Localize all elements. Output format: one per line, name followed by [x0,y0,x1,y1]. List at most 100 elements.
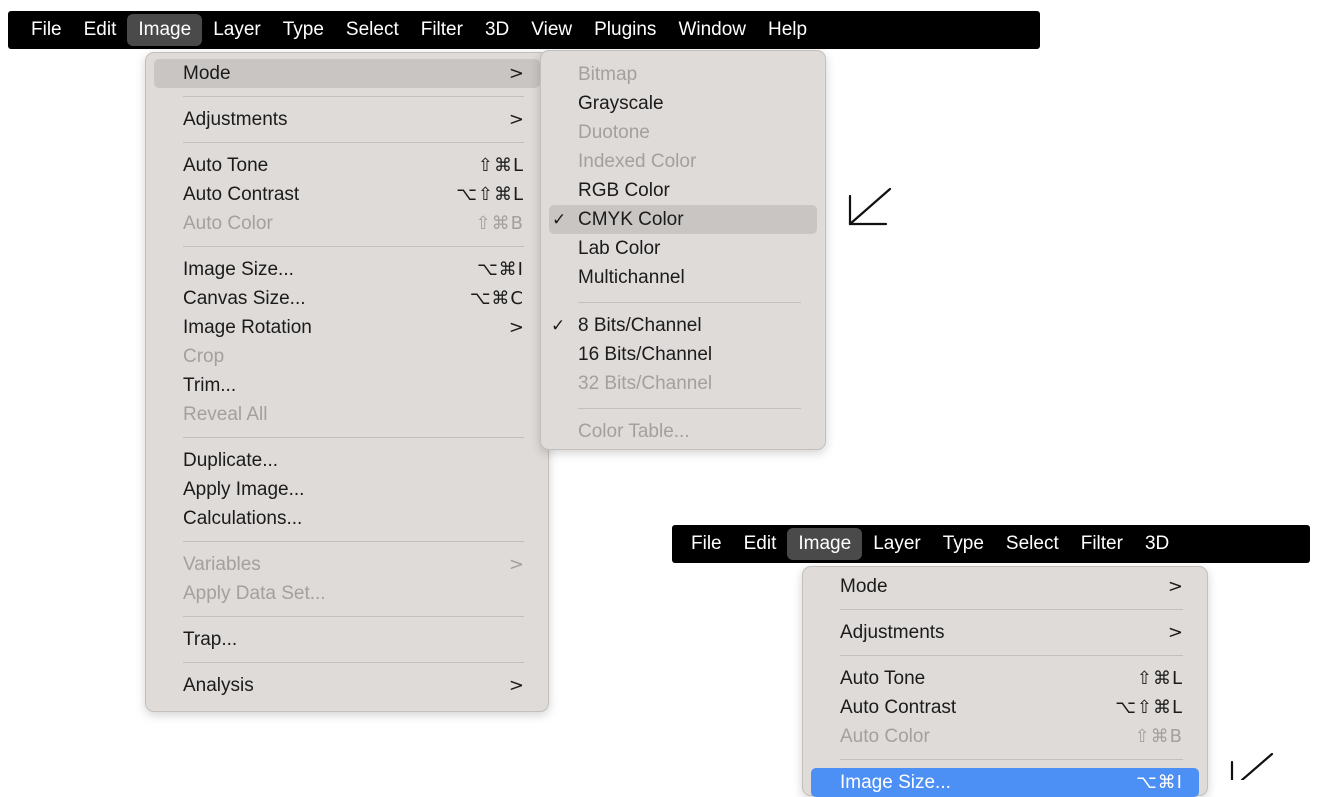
menu-item-auto-color: Auto Color ⇧⌘B [146,209,548,238]
arrow-down-left-icon [848,187,892,226]
menu-item-shortcut: ⌥⌘I [1135,772,1183,793]
menu-item-duplicate[interactable]: Duplicate... [146,446,548,475]
menubar-item-layer[interactable]: Layer [202,14,272,46]
chevron-right-icon: > [508,63,524,84]
menubar-item-plugins[interactable]: Plugins [583,14,667,46]
menu-separator [183,96,524,97]
arrow-down-left-icon [1230,752,1274,780]
menu-item-adjustments[interactable]: Adjustments > [803,618,1207,647]
menu-item-label: Auto Contrast [840,696,957,718]
menu-separator [183,246,524,247]
menu-item-shortcut: ⇧⌘L [477,155,524,176]
chevron-right-icon: > [1167,622,1183,643]
menu-item-label: Image Size... [840,771,951,793]
menu-item-label: Color Table... [578,420,690,442]
menubar-item-select[interactable]: Select [335,14,410,46]
menubar-item-image[interactable]: Image [787,528,863,560]
menu-item-adjustments[interactable]: Adjustments > [146,105,548,134]
menu-item-label: Apply Data Set... [183,582,326,604]
submenu-item-multichannel[interactable]: Multichannel [541,263,825,292]
menu-item-auto-contrast[interactable]: Auto Contrast ⌥⇧⌘L [146,180,548,209]
menu-item-label: CMYK Color [578,208,684,230]
menu-item-auto-tone[interactable]: Auto Tone ⇧⌘L [146,151,548,180]
menu-item-label: Indexed Color [578,150,697,172]
chevron-right-icon: > [508,109,524,130]
submenu-item-lab-color[interactable]: Lab Color [541,234,825,263]
menu-item-reveal-all: Reveal All [146,400,548,429]
menubar-top: File Edit Image Layer Type Select Filter… [8,11,1040,49]
menu-item-auto-contrast[interactable]: Auto Contrast ⌥⇧⌘L [803,693,1207,722]
menubar-item-image[interactable]: Image [127,14,203,46]
menubar-item-filter[interactable]: Filter [410,14,474,46]
menu-item-apply-image[interactable]: Apply Image... [146,475,548,504]
menu-item-label: Auto Tone [183,154,269,176]
submenu-item-8-bits[interactable]: ✓ 8 Bits/Channel [541,311,825,340]
menu-item-analysis[interactable]: Analysis > [146,671,548,700]
menu-item-trim[interactable]: Trim... [146,371,548,400]
menu-item-label: Variables [183,553,261,575]
submenu-item-16-bits[interactable]: 16 Bits/Channel [541,340,825,369]
menubar-item-edit[interactable]: Edit [73,14,128,46]
menu-item-label: 16 Bits/Channel [578,343,713,365]
submenu-item-bitmap: Bitmap [541,60,825,89]
submenu-item-cmyk-color[interactable]: ✓ CMYK Color [549,205,817,234]
menu-item-label: Reveal All [183,403,268,425]
menu-item-canvas-size[interactable]: Canvas Size... ⌥⌘C [146,284,548,313]
menu-separator [183,541,524,542]
menubar-item-window[interactable]: Window [667,14,757,46]
menu-item-auto-tone[interactable]: Auto Tone ⇧⌘L [803,664,1207,693]
menu-item-label: Auto Tone [840,667,926,689]
menubar-item-filter[interactable]: Filter [1070,528,1134,560]
menu-item-calculations[interactable]: Calculations... [146,504,548,533]
submenu-item-duotone: Duotone [541,118,825,147]
menu-item-label: Image Size... [183,258,294,280]
submenu-item-rgb-color[interactable]: RGB Color [541,176,825,205]
menu-item-image-rotation[interactable]: Image Rotation > [146,313,548,342]
menu-item-label: Duotone [578,121,650,143]
menu-item-image-size[interactable]: Image Size... ⌥⌘I [146,255,548,284]
menu-item-mode[interactable]: Mode > [154,59,540,88]
menu-item-label: Analysis [183,674,254,696]
menu-item-label: Crop [183,345,225,367]
menubar-item-3d[interactable]: 3D [474,14,520,46]
menu-item-label: Bitmap [578,63,638,85]
submenu-item-grayscale[interactable]: Grayscale [541,89,825,118]
menu-item-label: 32 Bits/Channel [578,372,713,394]
menubar-item-help[interactable]: Help [757,14,818,46]
menu-item-trap[interactable]: Trap... [146,625,548,654]
menubar-item-file[interactable]: File [20,14,73,46]
menu-item-label: Grayscale [578,92,664,114]
checkmark-icon: ✓ [552,209,567,230]
menubar-item-edit[interactable]: Edit [733,528,788,560]
menu-separator [840,609,1183,610]
menu-item-label: Mode [183,62,231,84]
menu-item-auto-color: Auto Color ⇧⌘B [803,722,1207,751]
chevron-right-icon: > [508,554,524,575]
menu-item-label: Trim... [183,374,237,396]
menu-separator [578,408,801,409]
menubar-item-file[interactable]: File [680,528,733,560]
menubar-item-type[interactable]: Type [272,14,335,46]
menubar-item-3d[interactable]: 3D [1134,528,1180,560]
menu-item-mode[interactable]: Mode > [803,572,1207,601]
menu-item-label: Image Rotation [183,316,312,338]
menu-item-label: Lab Color [578,237,661,259]
mode-submenu: Bitmap Grayscale Duotone Indexed Color R… [540,50,826,450]
menu-item-label: Adjustments [840,621,945,643]
menu-item-shortcut: ⇧⌘B [475,213,524,234]
menubar-item-select[interactable]: Select [995,528,1070,560]
menu-separator [840,655,1183,656]
menu-separator [183,616,524,617]
menubar-item-layer[interactable]: Layer [862,528,932,560]
menu-item-apply-data-set: Apply Data Set... [146,579,548,608]
menu-item-label: RGB Color [578,179,670,201]
menu-item-shortcut: ⇧⌘B [1134,726,1183,747]
menu-item-shortcut: ⇧⌘L [1136,668,1183,689]
menu-item-label: 8 Bits/Channel [578,314,702,336]
menubar-item-view[interactable]: View [520,14,583,46]
menu-separator [840,759,1183,760]
menubar-item-type[interactable]: Type [932,528,995,560]
menu-item-image-size[interactable]: Image Size... ⌥⌘I [811,768,1199,797]
menu-separator [183,437,524,438]
menu-separator [183,142,524,143]
